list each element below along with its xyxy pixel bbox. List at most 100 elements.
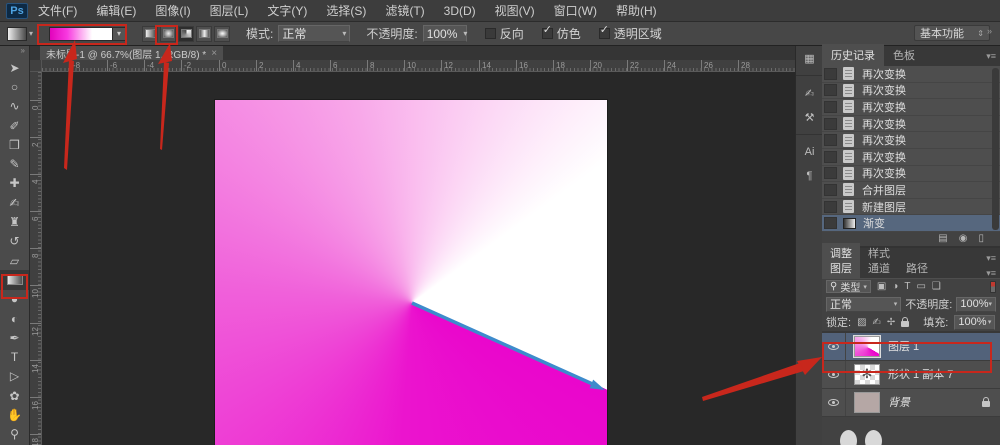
tool-preset-icon[interactable] — [7, 27, 27, 41]
gradient-picker-arrow-icon[interactable]: ▾ — [113, 27, 126, 41]
paragraph-dock-icon[interactable]: ¶ — [796, 164, 823, 188]
zoom-tool[interactable]: ⚲ — [0, 425, 29, 444]
reflected-gradient-button[interactable] — [196, 26, 212, 42]
history-state[interactable]: 再次变换 — [822, 66, 1000, 83]
lock-position-icon[interactable]: ✢ — [887, 317, 895, 328]
dock-collapse-icon[interactable]: » — [987, 26, 992, 36]
menu-window[interactable]: 窗口(W) — [554, 2, 597, 19]
toolbar-collapse-icon[interactable]: » — [0, 46, 29, 58]
tab-channels[interactable]: 通道 — [860, 258, 898, 278]
document-tab[interactable]: 未标题-1 @ 66.7%(图层 1, RGB/8) * × — [40, 46, 223, 60]
layers-opacity-select[interactable]: 100% ▾ — [956, 297, 996, 312]
hand-tool[interactable]: ✋ — [0, 405, 29, 424]
move-tool[interactable]: ➤ — [0, 58, 29, 77]
diamond-gradient-button[interactable] — [214, 26, 230, 42]
layer-name[interactable]: 背景 — [888, 394, 910, 410]
clone-stamp-tool[interactable]: ♜ — [0, 212, 29, 231]
linear-gradient-button[interactable] — [142, 26, 158, 42]
layer-visibility-toggle[interactable] — [822, 333, 846, 360]
tab-layers[interactable]: 图层 — [822, 258, 860, 278]
history-brush-tool[interactable]: ↺ — [0, 232, 29, 251]
lock-transparent-pixels-icon[interactable]: ▨ — [857, 317, 866, 328]
swatches-dock-icon[interactable]: ▦ — [796, 46, 823, 70]
brush-tool[interactable]: ✍ — [0, 193, 29, 212]
menu-type[interactable]: 文字(Y) — [267, 2, 307, 19]
filter-adjustment-layers-icon[interactable]: ◑ — [892, 281, 898, 292]
document-canvas[interactable] — [215, 100, 607, 445]
layer-name[interactable]: 形状 1 副本 7 — [888, 366, 953, 382]
path-selection-tool[interactable]: ▷ — [0, 367, 29, 386]
gradient-editor-swatch[interactable] — [49, 27, 113, 41]
menu-file[interactable]: 文件(F) — [38, 2, 77, 19]
layer-filter-type-select[interactable]: ⚲ 类型 ▾ — [826, 280, 871, 293]
reverse-checkbox[interactable]: 反向 — [485, 25, 524, 42]
type-tool[interactable]: T — [0, 347, 29, 366]
gradient-tool[interactable] — [0, 270, 29, 289]
tab-swatches[interactable]: 色板 — [884, 44, 924, 66]
dither-checkbox[interactable]: ✓ 仿色 — [542, 25, 581, 42]
filter-type-layers-icon[interactable]: T — [904, 281, 910, 292]
custom-shape-tool[interactable]: ✿ — [0, 386, 29, 405]
history-state[interactable]: 再次变换 — [822, 83, 1000, 100]
horizontal-ruler[interactable]: -8-6 -4-2 02 46 810 1214 1618 2022 2426 … — [42, 60, 795, 72]
angle-gradient-button[interactable] — [178, 26, 194, 42]
menu-filter[interactable]: 滤镜(T) — [385, 2, 424, 19]
layer-visibility-toggle[interactable] — [822, 389, 846, 416]
lasso-tool[interactable]: ∿ — [0, 97, 29, 116]
crop-tool[interactable]: ❒ — [0, 135, 29, 154]
clone-source-dock-icon[interactable]: ⚒ — [796, 105, 823, 129]
ruler-origin-corner[interactable] — [30, 60, 42, 72]
eraser-tool[interactable]: ▱ — [0, 251, 29, 270]
menu-view[interactable]: 视图(V) — [495, 2, 535, 19]
transparency-checkbox[interactable]: ✓ 透明区域 — [599, 25, 662, 42]
close-tab-icon[interactable]: × — [211, 48, 217, 59]
layer-row[interactable]: ✻ 形状 1 副本 7 — [822, 361, 1000, 389]
tab-history[interactable]: 历史记录 — [822, 44, 884, 66]
menu-select[interactable]: 选择(S) — [326, 2, 366, 19]
marquee-tool[interactable]: ○ — [0, 77, 29, 96]
history-state[interactable]: 再次变换 — [822, 99, 1000, 116]
opacity-select[interactable]: 100% ▾ — [423, 25, 467, 42]
lock-all-icon[interactable] — [901, 321, 909, 327]
menu-help[interactable]: 帮助(H) — [616, 2, 657, 19]
workspace-switcher[interactable]: 基本功能 ⇕ — [914, 25, 990, 41]
menu-3d[interactable]: 3D(D) — [444, 4, 476, 18]
layer-name[interactable]: 图层 1 — [888, 338, 919, 354]
healing-brush-tool[interactable]: ✚ — [0, 174, 29, 193]
panel-menu-icon[interactable]: ▾≡ — [986, 268, 996, 279]
layer-thumbnail[interactable] — [854, 392, 880, 413]
menu-edit[interactable]: 编辑(E) — [96, 2, 136, 19]
history-state[interactable]: 再次变换 — [822, 149, 1000, 166]
eyedropper-tool[interactable]: ✎ — [0, 154, 29, 173]
layer-filter-switch[interactable] — [990, 281, 996, 293]
pen-tool[interactable]: ✒ — [0, 328, 29, 347]
history-state[interactable]: 再次变换 — [822, 116, 1000, 133]
history-scrollbar[interactable] — [992, 68, 999, 230]
panel-menu-icon[interactable]: ▾≡ — [986, 51, 996, 62]
menu-image[interactable]: 图像(I) — [155, 2, 190, 19]
filter-shape-layers-icon[interactable]: ▭ — [916, 281, 925, 292]
filter-smart-objects-icon[interactable]: ❑ — [932, 281, 941, 292]
blur-tool[interactable]: ● — [0, 290, 29, 309]
history-state[interactable]: 再次变换 — [822, 132, 1000, 149]
lock-image-pixels-icon[interactable]: ✍ — [873, 317, 881, 328]
layer-visibility-toggle[interactable] — [822, 361, 846, 388]
layer-thumbnail[interactable]: ✻ — [854, 364, 880, 385]
history-state[interactable]: 合并图层 — [822, 182, 1000, 199]
filter-pixel-layers-icon[interactable]: ▣ — [877, 281, 886, 292]
layer-row-selected[interactable]: 图层 1 — [822, 333, 1000, 361]
tab-paths[interactable]: 路径 — [898, 258, 936, 278]
dodge-tool[interactable]: ◐ — [0, 309, 29, 328]
radial-gradient-button[interactable] — [160, 26, 176, 42]
mode-select[interactable]: 正常 ▾ — [278, 25, 350, 42]
brush-presets-dock-icon[interactable]: ✍ — [796, 81, 823, 105]
blend-mode-select[interactable]: 正常 ▾ — [826, 297, 901, 312]
fill-select[interactable]: 100% ▾ — [954, 315, 995, 330]
history-state-selected[interactable]: 渐变 — [822, 215, 1000, 232]
new-document-from-state-icon[interactable]: ▤ — [938, 233, 947, 244]
history-state[interactable]: 新建图层 — [822, 199, 1000, 216]
tool-preset-arrow-icon[interactable]: ▾ — [29, 29, 33, 38]
history-state[interactable]: 再次变换 — [822, 166, 1000, 183]
new-snapshot-icon[interactable]: ◉ — [959, 233, 968, 244]
vertical-ruler[interactable]: 0 2 4 6 8 10 12 14 16 18 — [30, 72, 42, 445]
